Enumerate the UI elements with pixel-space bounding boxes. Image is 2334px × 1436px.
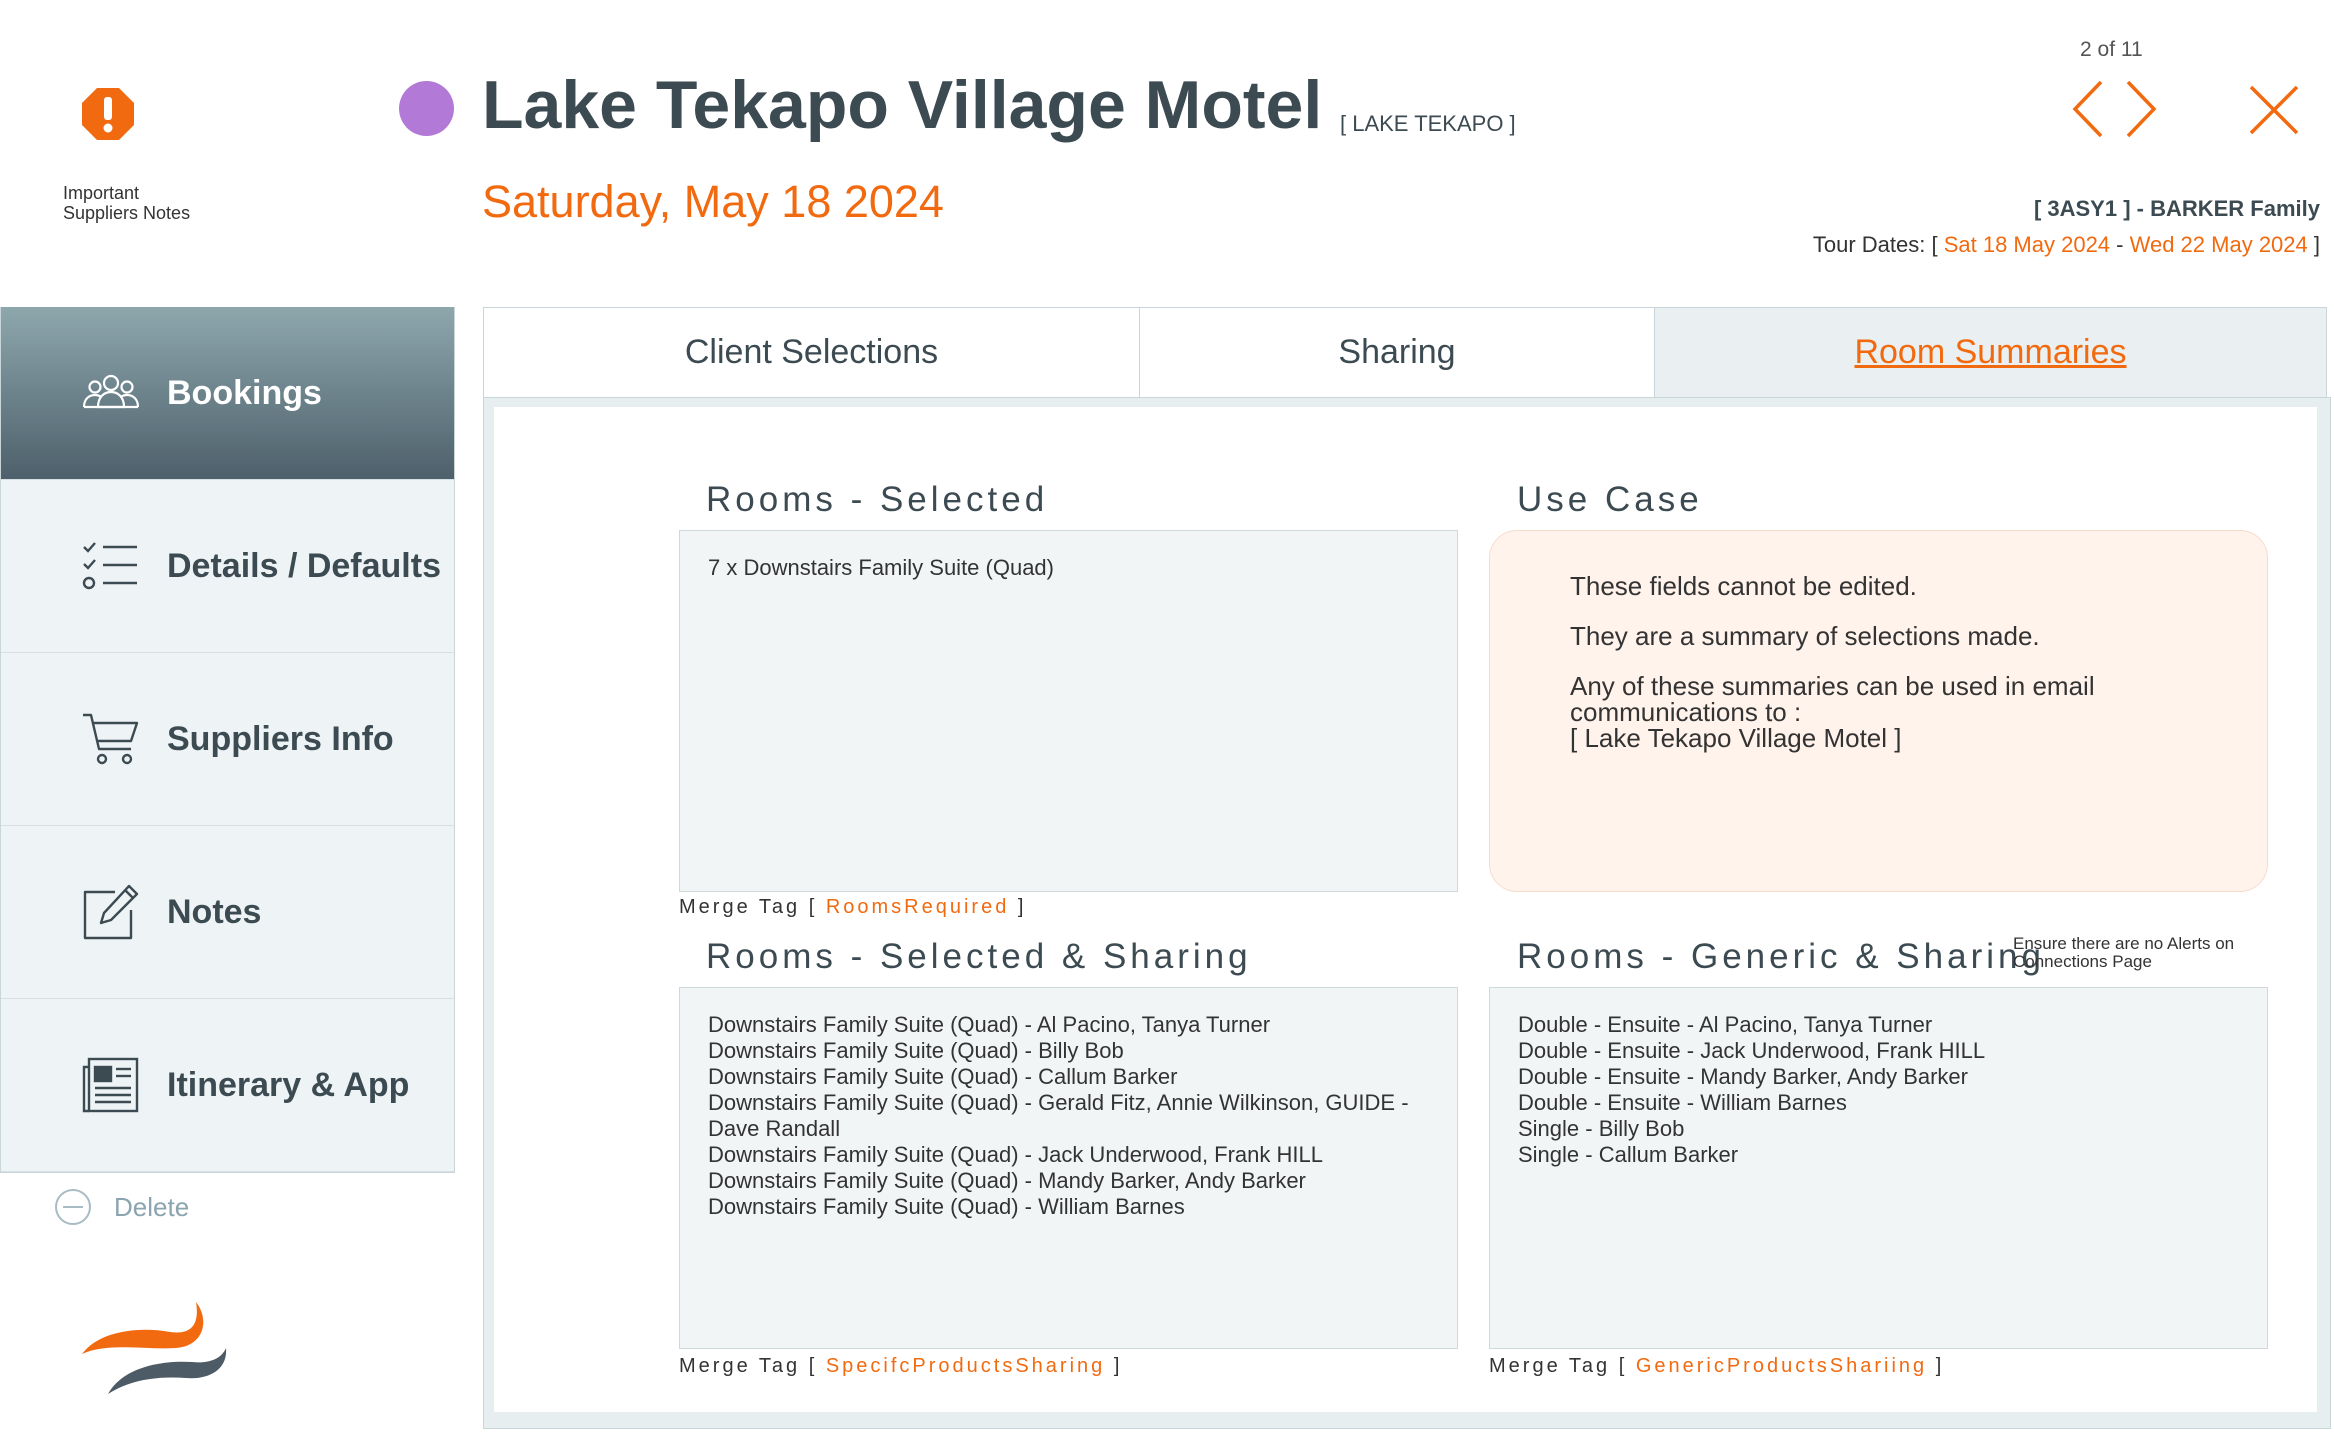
sidebar-item-suppliers-info[interactable]: Suppliers Info [1,653,454,826]
alert-note-line1: Ensure there are no Alerts on [2013,934,2235,953]
merge-tag-value: GenericProductsShariing [1635,1355,1928,1377]
tab-room-summaries[interactable]: Room Summaries [1655,308,2326,397]
rooms-selected-line: 7 x Downstairs Family Suite (Quad) [708,555,1054,580]
company-logo [78,1298,228,1408]
alert-octagon-icon[interactable] [80,86,136,142]
people-group-icon [81,363,141,423]
location-label: [ LAKE TEKAPO ] [1340,111,1516,136]
chevron-left-icon[interactable] [2070,78,2110,140]
use-case-text: [ Lake Tekapo Village Motel ] [1570,723,1902,753]
merge-tag-value: RoomsRequired [825,896,1010,918]
sidebar-item-details-defaults[interactable]: Details / Defaults [1,480,454,653]
merge-tag-prefix: Merge Tag [ [679,896,826,918]
tab-client-selections[interactable]: Client Selections [484,308,1140,397]
tour-dates: Tour Dates: [ Sat 18 May 2024 - Wed 22 M… [1813,232,2320,258]
delete-label: Delete [114,1191,190,1222]
merge-tag-suffix: ] [1927,1355,1945,1377]
delete-button[interactable]: Delete [54,1188,189,1226]
rooms-selected-sharing-title: Rooms - Selected & Sharing [706,937,1252,976]
rooms-selected-box: 7 x Downstairs Family Suite (Quad) [679,530,1458,892]
use-case-text: communications to : [1570,697,1802,727]
list-item: Dave Randall [708,1116,841,1141]
rooms-selected-sharing-box: Downstairs Family Suite (Quad) - Al Paci… [679,987,1458,1349]
rooms-generic-sharing-merge-tag: Merge Tag [ GenericProductsShariing ] [1489,1355,1944,1378]
list-item: Downstairs Family Suite (Quad) - Jack Un… [708,1142,1323,1167]
list-item: Downstairs Family Suite (Quad) - Mandy B… [708,1168,1306,1193]
tab-bar: Client Selections Sharing Room Summaries [483,307,2327,398]
booking-date: Saturday, May 18 2024 [482,176,944,227]
sidebar-item-bookings[interactable]: Bookings [1,307,454,480]
tour-dates-separator: - [2110,232,2130,257]
use-case-text: Any of these summaries can be used in em… [1570,671,2095,701]
connections-alert-note: Ensure there are no Alerts on Connection… [2013,935,2234,971]
tab-sharing[interactable]: Sharing [1140,308,1655,397]
pager-nav [2070,78,2160,140]
merge-tag-suffix: ] [1009,896,1027,918]
rooms-generic-sharing-box: Double - Ensuite - Al Pacino, Tanya Turn… [1489,987,2268,1349]
tour-start-date: Sat 18 May 2024 [1943,232,2111,257]
sidebar-item-label: Suppliers Info [167,719,394,758]
use-case-title: Use Case [1517,480,1703,519]
sidebar-item-label: Bookings [167,373,322,412]
rooms-generic-sharing-title: Rooms - Generic & Sharing [1517,937,2045,976]
rooms-selected-title: Rooms - Selected [706,480,1049,519]
merge-tag-prefix: Merge Tag [ [679,1355,826,1377]
sidebar-item-itinerary-app[interactable]: Itinerary & App [1,999,454,1172]
list-item: Downstairs Family Suite (Quad) - Billy B… [708,1038,1124,1063]
rooms-selected-sharing-merge-tag: Merge Tag [ SpecifcProductsSharing ] [679,1355,1122,1378]
sidebar-item-label: Details / Defaults [167,546,441,585]
list-item: Double - Ensuite - Mandy Barker, Andy Ba… [1518,1064,1968,1089]
tour-end-date: Wed 22 May 2024 [2129,232,2308,257]
use-case-text: They are a summary of selections made. [1570,621,2040,651]
use-case-box: These fields cannot be edited. They are … [1489,530,2268,892]
merge-tag-prefix: Merge Tag [ [1489,1355,1636,1377]
newspaper-icon [81,1055,141,1115]
use-case-text: These fields cannot be edited. [1570,571,1917,601]
edit-note-icon [81,882,141,942]
rooms-selected-merge-tag: Merge Tag [ RoomsRequired ] [679,896,1026,919]
checklist-icon [81,536,141,596]
sidebar-item-notes[interactable]: Notes [1,826,454,999]
page-title: Lake Tekapo Village Motel [482,67,1323,143]
chevron-right-icon[interactable] [2120,78,2160,140]
minus-circle-icon [54,1188,92,1226]
shopping-cart-icon [81,709,141,769]
merge-tag-value: SpecifcProductsSharing [825,1355,1106,1377]
alert-note-line2: Connections Page [2013,952,2152,971]
list-item: Double - Ensuite - Jack Underwood, Frank… [1518,1038,1986,1063]
sidebar: Bookings Details / Defaults Suppliers In… [0,307,455,1173]
close-icon[interactable] [2248,84,2300,136]
sidebar-item-label: Notes [167,892,262,931]
list-item: Single - Callum Barker [1518,1142,1739,1167]
list-item: Downstairs Family Suite (Quad) - Gerald … [708,1090,1409,1115]
tour-dates-prefix: Tour Dates: [ [1812,232,1944,257]
booking-reference: [ 3ASY1 ] - BARKER Family [2033,196,2320,221]
pager-count: 2 of 11 [2080,38,2143,61]
list-item: Downstairs Family Suite (Quad) - Al Paci… [708,1012,1271,1037]
alert-label-line1: Important [63,183,140,203]
list-item: Double - Ensuite - William Barnes [1518,1090,1847,1115]
alert-label-line2: Suppliers Notes [63,203,191,223]
status-dot [399,81,454,136]
merge-tag-suffix: ] [1105,1355,1123,1377]
list-item: Downstairs Family Suite (Quad) - William… [708,1194,1185,1219]
list-item: Downstairs Family Suite (Quad) - Callum … [708,1064,1178,1089]
important-suppliers-notes-label[interactable]: Important Suppliers Notes [63,183,190,223]
tour-dates-suffix: ] [2307,232,2320,257]
sidebar-item-label: Itinerary & App [167,1065,410,1104]
list-item: Single - Billy Bob [1518,1116,1685,1141]
list-item: Double - Ensuite - Al Pacino, Tanya Turn… [1518,1012,1933,1037]
